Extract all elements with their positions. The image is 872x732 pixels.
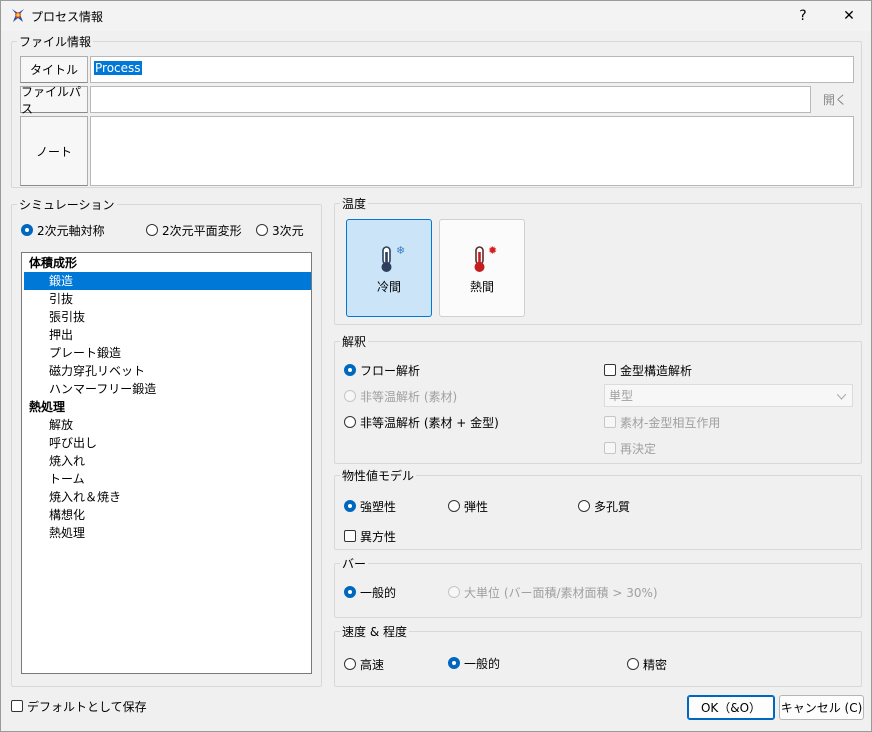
- process-type-list[interactable]: 体積成形 鍛造 引抜 張引抜 押出 プレート鍛造 磁力穿孔リベット ハンマーフリ…: [21, 252, 312, 674]
- cold-temperature-button[interactable]: ❄ 冷間: [346, 219, 432, 317]
- porous-radio[interactable]: 多孔質: [578, 498, 630, 514]
- flow-analysis-radio[interactable]: フロー解析: [344, 362, 420, 378]
- list-item[interactable]: 鍛造: [24, 272, 311, 290]
- file-info-label: ファイル情報: [17, 35, 94, 49]
- die-type-select[interactable]: 単型: [604, 384, 853, 407]
- mode-2d-axisymmetric-radio[interactable]: 2次元軸対称: [21, 222, 105, 238]
- speed-precise-radio[interactable]: 精密: [627, 656, 667, 672]
- redetermine-checkbox[interactable]: 再決定: [604, 440, 656, 456]
- help-button[interactable]: ?: [783, 4, 823, 28]
- list-item[interactable]: トーム: [24, 470, 311, 488]
- list-item[interactable]: 呼び出し: [24, 434, 311, 452]
- thermometer-cold-icon: ❄: [381, 244, 405, 272]
- noniso-material-die-radio[interactable]: 非等温解析 (素材 + 金型): [344, 414, 499, 430]
- anisotropy-checkbox[interactable]: 異方性: [344, 528, 396, 544]
- cold-label: 冷間: [376, 280, 401, 294]
- save-as-default-checkbox[interactable]: デフォルトとして保存: [11, 698, 147, 714]
- note-field-label: ノート: [20, 116, 88, 186]
- list-item[interactable]: 磁力穿孔リベット: [24, 362, 311, 380]
- mode-3d-radio[interactable]: 3次元: [256, 222, 304, 238]
- temperature-label: 温度: [340, 197, 369, 211]
- list-item[interactable]: 張引抜: [24, 308, 311, 326]
- app-logo-icon: [12, 9, 24, 22]
- title-input-value: Process: [94, 61, 142, 75]
- title-input[interactable]: Process: [90, 56, 854, 83]
- bar-label: バー: [340, 557, 369, 571]
- list-item[interactable]: 熱処理: [24, 524, 311, 542]
- speed-general-radio[interactable]: 一般的: [448, 655, 500, 671]
- list-item[interactable]: 構想化: [24, 506, 311, 524]
- speed-fast-radio[interactable]: 高速: [344, 656, 384, 672]
- list-category: 体積成形: [29, 256, 78, 270]
- chevron-down-icon: [837, 394, 846, 400]
- close-button[interactable]: ✕: [829, 4, 869, 28]
- list-item[interactable]: ハンマーフリー鍛造: [24, 380, 311, 398]
- title-bar: プロセス情報 ? ✕: [1, 1, 871, 31]
- mode-2d-plane-strain-radio[interactable]: 2次元平面変形: [146, 222, 242, 238]
- list-item[interactable]: 焼入れ＆焼き: [24, 488, 311, 506]
- ok-button[interactable]: OK（&O）: [687, 695, 775, 720]
- path-field-label: ファイルパス: [20, 85, 88, 116]
- process-info-dialog: プロセス情報 ? ✕ ファイル情報 タイトル Process ファイルパス 開く…: [0, 0, 872, 732]
- window-title: プロセス情報: [31, 10, 104, 24]
- open-button[interactable]: 開く: [816, 86, 854, 113]
- list-item[interactable]: 解放: [24, 416, 311, 434]
- note-textarea[interactable]: [90, 116, 854, 186]
- simulation-label: シミュレーション: [17, 198, 117, 212]
- elastic-radio[interactable]: 弾性: [448, 498, 488, 514]
- title-field-label: タイトル: [20, 56, 88, 83]
- file-path-input[interactable]: [90, 86, 811, 113]
- bar-large-unit-radio[interactable]: 大単位 (バー面積/素材面積 > 30%): [448, 584, 658, 600]
- speed-label: 速度 & 程度: [340, 625, 409, 639]
- list-item[interactable]: 焼入れ: [24, 452, 311, 470]
- list-item[interactable]: 押出: [24, 326, 311, 344]
- noniso-material-radio[interactable]: 非等温解析 (素材): [344, 388, 457, 404]
- material-model-label: 物性値モデル: [340, 469, 417, 483]
- list-item[interactable]: 引抜: [24, 290, 311, 308]
- hot-temperature-button[interactable]: ✹ 熱間: [439, 219, 525, 317]
- svg-text:✹: ✹: [488, 244, 497, 257]
- svg-text:❄: ❄: [396, 244, 405, 257]
- interaction-checkbox[interactable]: 素材-金型相互作用: [604, 414, 720, 430]
- list-category: 熱処理: [29, 400, 66, 414]
- speed-group: [334, 631, 862, 687]
- hot-label: 熱間: [469, 280, 494, 294]
- rigid-plastic-radio[interactable]: 強塑性: [344, 498, 396, 514]
- die-structure-checkbox[interactable]: 金型構造解析: [604, 362, 692, 378]
- cancel-button[interactable]: キャンセル (C): [779, 695, 864, 720]
- thermometer-hot-icon: ✹: [474, 244, 497, 272]
- list-item[interactable]: プレート鍛造: [24, 344, 311, 362]
- analysis-label: 解釈: [340, 335, 369, 349]
- bar-general-radio[interactable]: 一般的: [344, 584, 396, 600]
